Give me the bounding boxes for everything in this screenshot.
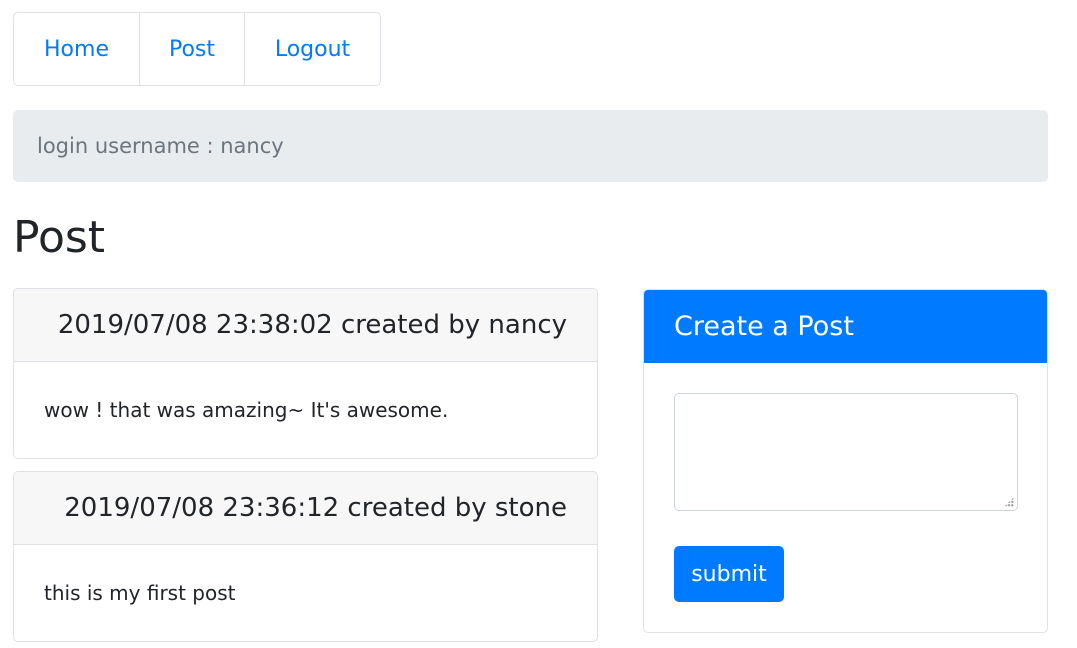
post-header: 2019/07/08 23:38:02 created by nancy <box>14 289 597 362</box>
login-banner: login username : nancy <box>13 110 1048 182</box>
create-post-title: Create a Post <box>644 290 1047 363</box>
submit-button[interactable]: submit <box>674 546 784 602</box>
nav-home-link[interactable]: Home <box>14 13 139 85</box>
nav-logout-link[interactable]: Logout <box>244 13 380 85</box>
post-body: wow ! that was amazing~ It's awesome. <box>44 398 449 422</box>
page: Home Post Logout login username : nancy … <box>0 0 1077 648</box>
page-title: Post <box>13 212 106 263</box>
create-post-card: Create a Post submit <box>643 289 1048 633</box>
post-header: 2019/07/08 23:36:12 created by stone <box>14 472 597 545</box>
resize-grip-icon[interactable] <box>1004 497 1014 507</box>
post-card: 2019/07/08 23:38:02 created by nancy wow… <box>13 288 598 459</box>
nav-post-link[interactable]: Post <box>139 13 244 85</box>
post-card: 2019/07/08 23:36:12 created by stone thi… <box>13 471 598 642</box>
post-body: this is my first post <box>44 581 236 605</box>
nav-pills: Home Post Logout <box>13 12 381 86</box>
post-content-textarea[interactable] <box>674 393 1018 511</box>
login-username-text: login username : nancy <box>37 134 284 158</box>
post-list: 2019/07/08 23:38:02 created by nancy wow… <box>13 288 598 648</box>
